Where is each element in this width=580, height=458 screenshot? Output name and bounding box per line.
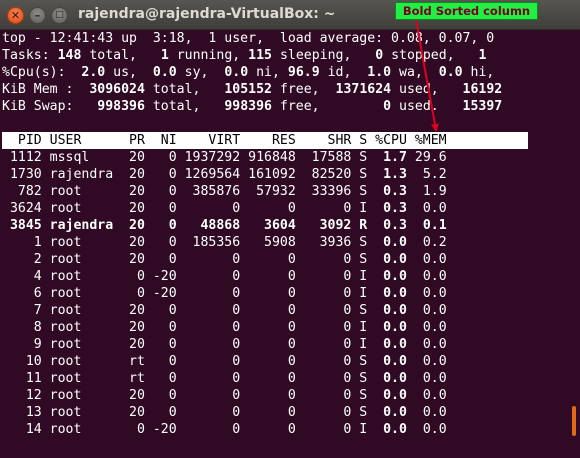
table-row: 9 root 20 0 0 0 0 I 0.0 0.0 — [2, 336, 568, 353]
mem-cell: 0.0 — [406, 303, 447, 318]
mem-cell: 0.0 — [406, 320, 447, 335]
cpu-cell: 0.0 — [383, 371, 407, 386]
table-row: 12 root 20 0 0 0 0 S 0.0 0.0 — [2, 387, 568, 404]
mem-cell: 0.0 — [406, 337, 447, 352]
table-row: 11 root rt 0 0 0 0 S 0.0 0.0 — [2, 370, 568, 387]
mem-cell: 0.0 — [406, 371, 447, 386]
mem-cell: 0.0 — [406, 269, 447, 284]
table-row: 1112 mssql 20 0 1937292 916848 17588 S 1… — [2, 149, 568, 166]
table-row: 782 root 20 0 385876 57932 33396 S 0.3 1… — [2, 183, 568, 200]
column-header: PID USER PR NI VIRT RES SHR S %CPU %MEM — [2, 132, 528, 149]
row-fields: 782 root 20 0 385876 57932 33396 S — [2, 184, 384, 199]
cpu-cell: 0.0 — [383, 388, 407, 403]
terminal-output[interactable]: top - 12:41:43 up 3:18, 1 user, load ave… — [2, 30, 568, 458]
row-fields: 3845 rajendra 20 0 48868 3604 3092 R — [2, 218, 384, 233]
table-row: 7 root 20 0 0 0 0 S 0.0 0.0 — [2, 302, 568, 319]
row-fields: 7 root 20 0 0 0 0 S — [2, 303, 384, 318]
row-fields: 9 root 20 0 0 0 0 I — [2, 337, 384, 352]
tasks-line: Tasks: 148 total, 1 running, 115 sleepin… — [2, 48, 487, 63]
process-list: 1112 mssql 20 0 1937292 916848 17588 S 1… — [2, 149, 568, 438]
maximize-icon[interactable]: □ — [51, 7, 68, 24]
row-fields: 8 root 20 0 0 0 0 I — [2, 320, 384, 335]
cpu-cell: 0.0 — [383, 303, 407, 318]
mem-cell: 0.0 — [406, 422, 447, 437]
mem-cell: 0.0 — [406, 405, 447, 420]
scrollbar-track[interactable] — [570, 30, 580, 458]
row-fields: 13 root 20 0 0 0 0 S — [2, 405, 384, 420]
cpu-cell: 0.0 — [383, 320, 407, 335]
terminal-window: ✕ – □ rajendra@rajendra-VirtualBox: ~ to… — [0, 0, 580, 458]
row-fields: 12 root 20 0 0 0 0 S — [2, 388, 384, 403]
cpu-cell: 0.0 — [383, 422, 407, 437]
mem-cell: 0.0 — [406, 201, 447, 216]
table-row: 14 root 0 -20 0 0 0 I 0.0 0.0 — [2, 421, 568, 438]
close-icon[interactable]: ✕ — [7, 7, 24, 24]
row-fields: 14 root 0 -20 0 0 0 I — [2, 422, 384, 437]
table-row: 2 root 20 0 0 0 0 S 0.0 0.0 — [2, 251, 568, 268]
row-fields: 1730 rajendra 20 0 1269564 161092 82520 … — [2, 167, 384, 182]
table-row: 8 root 20 0 0 0 0 I 0.0 0.0 — [2, 319, 568, 336]
table-row: 3845 rajendra 20 0 48868 3604 3092 R 0.3… — [2, 217, 568, 234]
row-fields: 1 root 20 0 185356 5908 3936 S — [2, 235, 384, 250]
cpu-cell: 1.3 — [383, 167, 407, 182]
cpu-cell: 0.0 — [383, 286, 407, 301]
cpu-cell: 0.3 — [383, 201, 407, 216]
mem-cell: 0.0 — [406, 252, 447, 267]
table-row: 3624 root 20 0 0 0 0 I 0.3 0.0 — [2, 200, 568, 217]
mem-cell: 0.2 — [406, 235, 447, 250]
mem-cell: 0.0 — [406, 354, 447, 369]
table-row: 10 root rt 0 0 0 0 S 0.0 0.0 — [2, 353, 568, 370]
swap-line: KiB Swap: 998396 total, 998396 free, 0 u… — [2, 99, 503, 114]
row-fields: 10 root rt 0 0 0 0 S — [2, 354, 384, 369]
row-fields: 11 root rt 0 0 0 0 S — [2, 371, 384, 386]
mem-line: KiB Mem : 3096024 total, 105152 free, 13… — [2, 82, 503, 97]
table-row: 1730 rajendra 20 0 1269564 161092 82520 … — [2, 166, 568, 183]
table-row: 4 root 0 -20 0 0 0 I 0.0 0.0 — [2, 268, 568, 285]
row-fields: 3624 root 20 0 0 0 0 I — [2, 201, 384, 216]
row-fields: 1112 mssql 20 0 1937292 916848 17588 S — [2, 150, 384, 165]
mem-cell: 1.9 — [406, 184, 447, 199]
mem-cell: 0.0 — [406, 388, 447, 403]
mem-cell: 29.6 — [406, 150, 447, 165]
row-fields: 6 root 0 -20 0 0 0 I — [2, 286, 384, 301]
annotation-label: Bold Sorted column — [395, 2, 538, 20]
uptime-line: top - 12:41:43 up 3:18, 1 user, load ave… — [2, 31, 495, 46]
window-title: rajendra@rajendra-VirtualBox: ~ — [78, 6, 336, 22]
row-fields: 2 root 20 0 0 0 0 S — [2, 252, 384, 267]
cpu-cell: 0.3 — [383, 184, 407, 199]
cpu-line: %Cpu(s): 2.0 us, 0.0 sy, 0.0 ni, 96.9 id… — [2, 65, 495, 80]
mem-cell: 0.1 — [406, 218, 447, 233]
cpu-cell: 0.0 — [383, 337, 407, 352]
cpu-cell: 0.0 — [383, 235, 407, 250]
cpu-cell: 0.0 — [383, 405, 407, 420]
cpu-cell: 0.0 — [383, 252, 407, 267]
scrollbar-thumb[interactable] — [572, 406, 576, 436]
row-fields: 4 root 0 -20 0 0 0 I — [2, 269, 384, 284]
mem-cell: 0.0 — [406, 286, 447, 301]
mem-cell: 5.2 — [406, 167, 447, 182]
table-row: 6 root 0 -20 0 0 0 I 0.0 0.0 — [2, 285, 568, 302]
table-row: 13 root 20 0 0 0 0 S 0.0 0.0 — [2, 404, 568, 421]
table-row: 1 root 20 0 185356 5908 3936 S 0.0 0.2 — [2, 234, 568, 251]
cpu-cell: 0.0 — [383, 354, 407, 369]
cpu-cell: 0.3 — [383, 218, 407, 233]
cpu-cell: 0.0 — [383, 269, 407, 284]
minimize-icon[interactable]: – — [29, 7, 46, 24]
cpu-cell: 1.7 — [383, 150, 407, 165]
